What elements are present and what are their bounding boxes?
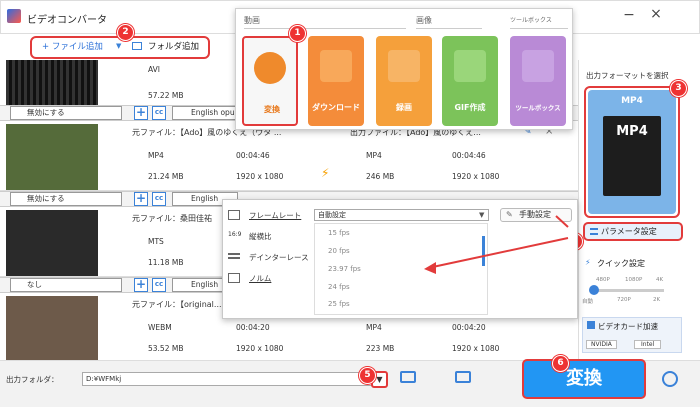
step-badge-6: 6 <box>552 355 569 372</box>
step-badge-5: 5 <box>359 367 376 384</box>
arrow-to-manual <box>555 215 569 228</box>
output-folder-label: 出力フォルダ： <box>6 375 59 384</box>
annotation-arrows <box>424 215 569 274</box>
folder-icon[interactable] <box>400 371 416 383</box>
output-folder-input[interactable]: D:¥WFMkj <box>82 372 374 386</box>
convert-button[interactable]: 変換 <box>522 359 646 399</box>
alarm-clock-icon[interactable] <box>662 371 678 387</box>
open-output-icon[interactable] <box>455 371 471 383</box>
arrow-to-fps <box>427 237 569 269</box>
arrow-head <box>424 262 436 274</box>
